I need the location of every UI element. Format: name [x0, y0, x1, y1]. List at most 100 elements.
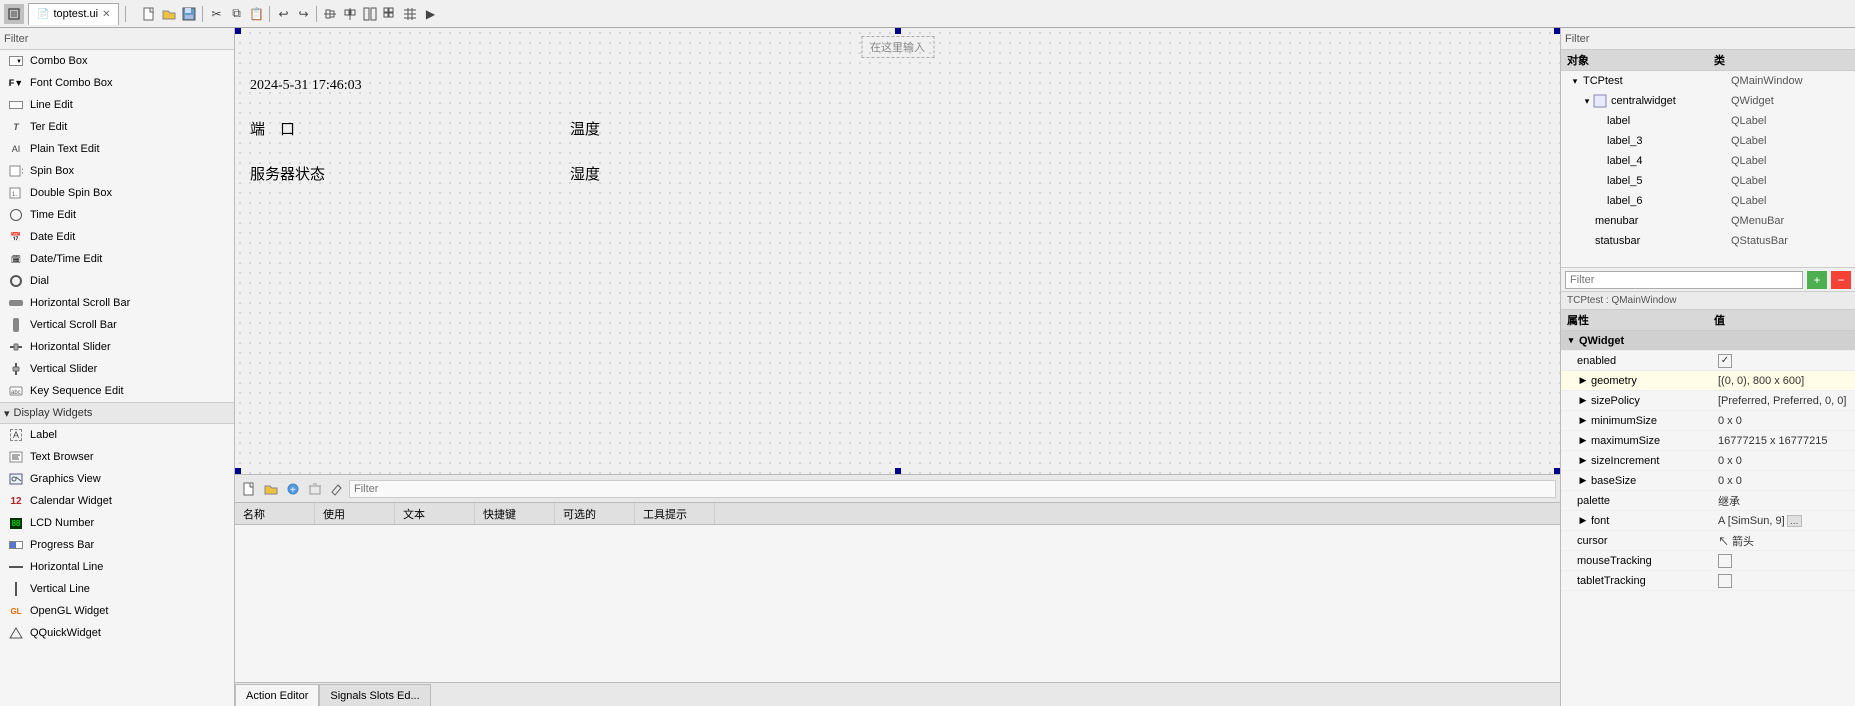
- props-row-basesize[interactable]: ▶ baseSize 0 x 0: [1561, 471, 1855, 491]
- widget-item-textedit[interactable]: T Ter Edit: [0, 116, 234, 138]
- tree-row-label[interactable]: ▶ label QLabel: [1561, 111, 1855, 131]
- handle-br[interactable]: [1554, 468, 1560, 474]
- widget-item-textbrowser[interactable]: Text Browser: [0, 446, 234, 468]
- props-row-cursor[interactable]: cursor ↖ 箭头: [1561, 531, 1855, 551]
- widget-item-spinbox[interactable]: ▲▼ Spin Box: [0, 160, 234, 182]
- canvas-label2[interactable]: 温度: [570, 118, 600, 139]
- new-icon[interactable]: [140, 5, 158, 23]
- widget-item-graphicsview[interactable]: Graphics View: [0, 468, 234, 490]
- undo-icon[interactable]: ↩: [274, 5, 292, 23]
- tree-row-tcptest[interactable]: ▾ TCPtest QMainWindow: [1561, 71, 1855, 91]
- tree-row-label3[interactable]: ▶ label_3 QLabel: [1561, 131, 1855, 151]
- action-add-icon[interactable]: +: [283, 479, 303, 499]
- widget-item-opengl[interactable]: GL OpenGL Widget: [0, 600, 234, 622]
- tree-row-label5[interactable]: ▶ label_5 QLabel: [1561, 171, 1855, 191]
- tree-expand-central[interactable]: ▾: [1581, 96, 1593, 107]
- canvas-label3[interactable]: 服务器状态: [250, 163, 325, 184]
- action-new-icon[interactable]: [239, 479, 259, 499]
- tree-expand-tcptest[interactable]: ▾: [1569, 76, 1581, 87]
- enabled-checkbox[interactable]: ✓: [1718, 354, 1732, 368]
- handle-bl[interactable]: [235, 468, 241, 474]
- props-row-palette[interactable]: palette 继承: [1561, 491, 1855, 511]
- geometry-expand-icon[interactable]: ▶: [1577, 375, 1589, 386]
- grid-icon[interactable]: [381, 5, 399, 23]
- tree-row-centralwidget[interactable]: ▾ centralwidget QWidget: [1561, 91, 1855, 111]
- cut-icon[interactable]: ✂: [207, 5, 225, 23]
- handle-tl[interactable]: [235, 28, 241, 34]
- action-open-icon[interactable]: [261, 479, 281, 499]
- copy-icon[interactable]: ⧉: [227, 5, 245, 23]
- widget-item-plaintextedit[interactable]: AI Plain Text Edit: [0, 138, 234, 160]
- handle-tm[interactable]: [895, 28, 901, 34]
- qwidget-expand-icon[interactable]: ▾: [1565, 335, 1577, 346]
- action-filter-input[interactable]: [349, 480, 1556, 498]
- props-row-sizeincrement[interactable]: ▶ sizeIncrement 0 x 0: [1561, 451, 1855, 471]
- action-delete-icon[interactable]: [305, 479, 325, 499]
- display-widgets-section[interactable]: ▾ Display Widgets: [0, 402, 234, 424]
- font-edit-button[interactable]: …: [1787, 515, 1802, 527]
- minsize-expand-icon[interactable]: ▶: [1577, 415, 1589, 426]
- redo-icon[interactable]: ↪: [294, 5, 312, 23]
- tablettracking-checkbox[interactable]: [1718, 574, 1732, 588]
- maxsize-expand-icon[interactable]: ▶: [1577, 435, 1589, 446]
- canvas-label4[interactable]: 湿度: [570, 163, 600, 184]
- preview-icon[interactable]: ▶: [421, 5, 439, 23]
- widget-item-calendar[interactable]: 12 Calendar Widget: [0, 490, 234, 512]
- widget-item-lcd[interactable]: 88 LCD Number: [0, 512, 234, 534]
- widget-item-hslider[interactable]: Horizontal Slider: [0, 336, 234, 358]
- save-icon[interactable]: [180, 5, 198, 23]
- action-edit-icon[interactable]: [327, 479, 347, 499]
- widget-item-vslider[interactable]: Vertical Slider: [0, 358, 234, 380]
- tab-signals-slots[interactable]: Signals Slots Ed...: [319, 684, 430, 706]
- props-row-geometry[interactable]: ▶ geometry [(0, 0), 800 x 600]: [1561, 371, 1855, 391]
- design-canvas[interactable]: 在这里输入 2024-5-31 17:46:03 端 口 温度 服务器状态 湿度: [235, 28, 1560, 474]
- props-row-font[interactable]: ▶ font A [SimSun, 9] …: [1561, 511, 1855, 531]
- widget-item-keyseq[interactable]: abc Key Sequence Edit: [0, 380, 234, 402]
- form-grid-icon[interactable]: [401, 5, 419, 23]
- widget-item-datetimeedit[interactable]: 🗓 Date/Time Edit: [0, 248, 234, 270]
- sizepolicy-expand-icon[interactable]: ▶: [1577, 395, 1589, 406]
- tab-action-editor[interactable]: Action Editor: [235, 684, 319, 706]
- widget-item-hline[interactable]: Horizontal Line: [0, 556, 234, 578]
- tree-row-statusbar[interactable]: ▶ statusbar QStatusBar: [1561, 231, 1855, 251]
- props-row-sizepolicy[interactable]: ▶ sizePolicy [Preferred, Preferred, 0, 0…: [1561, 391, 1855, 411]
- sizeincrement-expand-icon[interactable]: ▶: [1577, 455, 1589, 466]
- align-v-icon[interactable]: [341, 5, 359, 23]
- props-row-tablettracking[interactable]: tabletTracking: [1561, 571, 1855, 591]
- widget-item-dateedit[interactable]: 📅 Date Edit: [0, 226, 234, 248]
- widget-item-combobox[interactable]: Combo Box: [0, 50, 234, 72]
- widget-item-lineedit[interactable]: Line Edit: [0, 94, 234, 116]
- tree-row-menubar[interactable]: ▶ menubar QMenuBar: [1561, 211, 1855, 231]
- tab-close-icon[interactable]: ✕: [102, 9, 110, 20]
- widget-item-fontcombo[interactable]: F▼ Font Combo Box: [0, 72, 234, 94]
- props-row-mousetracking[interactable]: mouseTracking: [1561, 551, 1855, 571]
- widget-item-qquick[interactable]: QQuickWidget: [0, 622, 234, 644]
- tree-row-label6[interactable]: ▶ label_6 QLabel: [1561, 191, 1855, 211]
- widget-item-hscrollbar[interactable]: Horizontal Scroll Bar: [0, 292, 234, 314]
- props-add-button[interactable]: +: [1807, 271, 1827, 289]
- handle-bm[interactable]: [895, 468, 901, 474]
- widget-item-timeedit[interactable]: Time Edit: [0, 204, 234, 226]
- canvas-label1[interactable]: 端 口: [250, 118, 295, 139]
- handle-tr[interactable]: [1554, 28, 1560, 34]
- widget-item-vscrollbar[interactable]: Vertical Scroll Bar: [0, 314, 234, 336]
- mousetracking-checkbox[interactable]: [1718, 554, 1732, 568]
- props-filter-input[interactable]: [1565, 271, 1803, 289]
- paste-icon[interactable]: 📋: [247, 5, 265, 23]
- widget-item-progressbar[interactable]: Progress Bar: [0, 534, 234, 556]
- open-icon[interactable]: [160, 5, 178, 23]
- widget-item-doublespinbox[interactable]: 1. Double Spin Box: [0, 182, 234, 204]
- props-remove-button[interactable]: −: [1831, 271, 1851, 289]
- file-tab[interactable]: 📄 toptest.ui ✕: [28, 3, 119, 25]
- widget-item-vline[interactable]: Vertical Line: [0, 578, 234, 600]
- widget-item-label[interactable]: A Label: [0, 424, 234, 446]
- props-section-qwidget[interactable]: ▾ QWidget: [1561, 331, 1855, 351]
- props-row-enabled[interactable]: enabled ✓: [1561, 351, 1855, 371]
- basesize-expand-icon[interactable]: ▶: [1577, 475, 1589, 486]
- font-expand-icon[interactable]: ▶: [1577, 515, 1589, 526]
- align-h-icon[interactable]: [321, 5, 339, 23]
- widget-item-dial[interactable]: Dial: [0, 270, 234, 292]
- tree-row-label4[interactable]: ▶ label_4 QLabel: [1561, 151, 1855, 171]
- props-row-minsize[interactable]: ▶ minimumSize 0 x 0: [1561, 411, 1855, 431]
- layout-icon[interactable]: [361, 5, 379, 23]
